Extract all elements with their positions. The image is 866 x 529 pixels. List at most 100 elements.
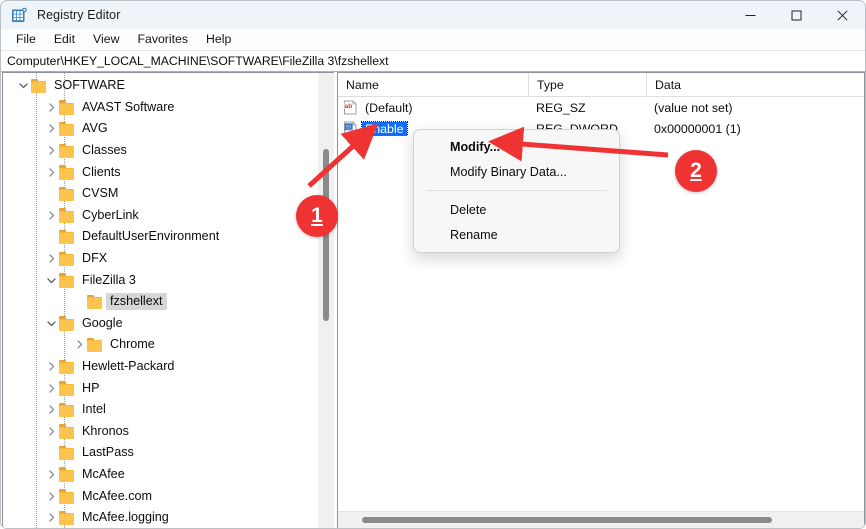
- title-bar: Registry Editor: [1, 1, 865, 29]
- folder-icon: [59, 489, 75, 503]
- window-title: Registry Editor: [37, 8, 120, 22]
- folder-icon: [59, 424, 75, 438]
- tree-item-avast-software[interactable]: AVAST Software: [3, 97, 317, 119]
- chevron-down-icon[interactable]: [43, 315, 59, 331]
- maximize-button[interactable]: [773, 1, 819, 29]
- tree-leaf-spacer: [71, 294, 87, 310]
- chevron-right-icon[interactable]: [43, 423, 59, 439]
- menu-bar: File Edit View Favorites Help: [1, 29, 865, 50]
- string-value-icon: ab: [343, 100, 358, 115]
- menu-favorites[interactable]: Favorites: [128, 31, 197, 48]
- context-menu-item-modify[interactable]: Modify...: [414, 134, 619, 159]
- tree-vertical-scrollbar[interactable]: [317, 73, 334, 529]
- tree-leaf-spacer: [43, 229, 59, 245]
- chevron-right-icon[interactable]: [43, 251, 59, 267]
- registry-tree: SOFTWAREAVAST SoftwareAVGClassesClientsC…: [3, 73, 317, 529]
- chevron-right-icon[interactable]: [43, 466, 59, 482]
- tree-item-mcafee-logging[interactable]: McAfee.logging: [3, 507, 317, 529]
- chevron-right-icon[interactable]: [43, 510, 59, 526]
- tree-item-label: Chrome: [106, 336, 159, 353]
- column-header-label: Data: [655, 78, 681, 92]
- minimize-button[interactable]: [727, 1, 773, 29]
- tree-item-hp[interactable]: HP: [3, 377, 317, 399]
- tree-item-hewlett-packard[interactable]: Hewlett-Packard: [3, 356, 317, 378]
- folder-icon: [59, 360, 75, 374]
- column-header-name[interactable]: Name: [338, 73, 528, 97]
- context-menu-item-rename[interactable]: Rename: [414, 222, 619, 247]
- tree-item-label: CyberLink: [78, 207, 143, 224]
- tree-item-cvsm[interactable]: CVSM: [3, 183, 317, 205]
- chevron-right-icon[interactable]: [43, 488, 59, 504]
- tree-item-label: AVAST Software: [78, 99, 178, 116]
- chevron-right-icon[interactable]: [43, 164, 59, 180]
- close-button[interactable]: [819, 1, 865, 29]
- chevron-right-icon[interactable]: [43, 402, 59, 418]
- window-controls: [727, 1, 865, 29]
- tree-item-fzshellext[interactable]: fzshellext: [3, 291, 317, 313]
- values-scrollbar-thumb[interactable]: [362, 517, 772, 523]
- chevron-right-icon[interactable]: [43, 380, 59, 396]
- chevron-right-icon[interactable]: [71, 337, 87, 353]
- menu-file[interactable]: File: [7, 31, 45, 48]
- tree-item-software[interactable]: SOFTWARE: [3, 75, 317, 97]
- folder-icon: [59, 230, 75, 244]
- value-name: Enable: [362, 122, 407, 136]
- tree-item-intel[interactable]: Intel: [3, 399, 317, 421]
- tree-item-filezilla-3[interactable]: FileZilla 3: [3, 269, 317, 291]
- value-data: 0x00000001 (1): [654, 122, 741, 136]
- chevron-right-icon[interactable]: [43, 143, 59, 159]
- tree-item-dfx[interactable]: DFX: [3, 248, 317, 270]
- tree-item-label: McAfee.com: [78, 488, 156, 505]
- values-horizontal-scrollbar[interactable]: [338, 511, 864, 529]
- value-data-cell: 0x00000001 (1): [646, 122, 864, 136]
- tree-item-classes[interactable]: Classes: [3, 140, 317, 162]
- tree-item-chrome[interactable]: Chrome: [3, 334, 317, 356]
- tree-item-defaultuserenvironment[interactable]: DefaultUserEnvironment: [3, 226, 317, 248]
- chevron-down-icon[interactable]: [15, 78, 31, 94]
- tree-item-label: SOFTWARE: [50, 77, 129, 94]
- column-header-data[interactable]: Data: [646, 73, 864, 97]
- tree-item-label: Hewlett-Packard: [78, 358, 178, 375]
- tree-item-clients[interactable]: Clients: [3, 161, 317, 183]
- folder-icon: [87, 338, 103, 352]
- folder-icon: [59, 122, 75, 136]
- menu-edit[interactable]: Edit: [45, 31, 84, 48]
- folder-icon: [59, 316, 75, 330]
- value-row[interactable]: ab(Default)REG_SZ(value not set): [338, 97, 864, 118]
- tree-item-avg[interactable]: AVG: [3, 118, 317, 140]
- folder-icon: [59, 252, 75, 266]
- tree-item-khronos[interactable]: Khronos: [3, 421, 317, 443]
- address-path[interactable]: Computer\HKEY_LOCAL_MACHINE\SOFTWARE\Fil…: [1, 54, 389, 68]
- value-data: (value not set): [654, 101, 733, 115]
- context-menu-item-delete[interactable]: Delete: [414, 197, 619, 222]
- tree-item-google[interactable]: Google: [3, 313, 317, 335]
- menu-help[interactable]: Help: [197, 31, 240, 48]
- chevron-right-icon[interactable]: [43, 207, 59, 223]
- tree-item-label: Khronos: [78, 423, 133, 440]
- address-bar[interactable]: Computer\HKEY_LOCAL_MACHINE\SOFTWARE\Fil…: [1, 50, 865, 72]
- tree-item-label: DFX: [78, 250, 111, 267]
- registry-tree-pane: SOFTWAREAVAST SoftwareAVGClassesClientsC…: [2, 72, 334, 529]
- tree-item-lastpass[interactable]: LastPass: [3, 442, 317, 464]
- value-name-cell[interactable]: ab (Default): [338, 100, 528, 115]
- tree-scrollbar-thumb[interactable]: [323, 149, 329, 321]
- context-menu-item-modify-binary-data[interactable]: Modify Binary Data...: [414, 159, 619, 184]
- chevron-right-icon[interactable]: [43, 359, 59, 375]
- chevron-right-icon[interactable]: [43, 99, 59, 115]
- folder-icon: [59, 100, 75, 114]
- column-header-type[interactable]: Type: [528, 73, 646, 97]
- folder-icon: [59, 187, 75, 201]
- tree-item-label: AVG: [78, 120, 112, 137]
- svg-text:ab: ab: [345, 103, 353, 110]
- values-list-header: NameType Data: [338, 73, 864, 97]
- tree-item-cyberlink[interactable]: CyberLink: [3, 205, 317, 227]
- tree-leaf-spacer: [43, 186, 59, 202]
- tree-item-label: HP: [78, 380, 104, 397]
- value-name: (Default): [362, 101, 416, 115]
- tree-item-mcafee-com[interactable]: McAfee.com: [3, 485, 317, 507]
- folder-icon: [59, 165, 75, 179]
- tree-item-mcafee[interactable]: McAfee: [3, 464, 317, 486]
- chevron-down-icon[interactable]: [43, 272, 59, 288]
- menu-view[interactable]: View: [84, 31, 128, 48]
- chevron-right-icon[interactable]: [43, 121, 59, 137]
